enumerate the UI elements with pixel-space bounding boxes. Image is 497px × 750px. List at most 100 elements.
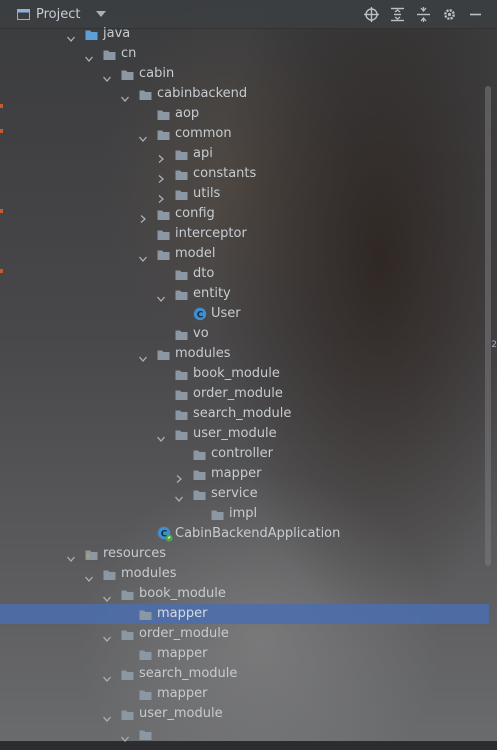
tree-node-label: service: [211, 486, 258, 501]
tree-node[interactable]: mapper: [0, 644, 489, 664]
folder-icon: [157, 128, 170, 140]
folder-icon: [175, 328, 188, 340]
folder-icon: [175, 428, 188, 440]
tree-node[interactable]: api: [0, 144, 489, 164]
tree-node[interactable]: cabin: [0, 64, 489, 84]
tree-node[interactable]: dto: [0, 264, 489, 284]
locate-icon[interactable]: [363, 7, 379, 23]
folder-icon: [175, 288, 188, 300]
chevron-right-icon[interactable]: [157, 170, 165, 183]
folder-icon: [139, 88, 152, 100]
chevron-down-icon[interactable]: [85, 50, 93, 62]
tree-node-label: order_module: [193, 386, 283, 401]
tree-node[interactable]: impl: [0, 504, 489, 524]
tree-node[interactable]: user_module: [0, 424, 489, 444]
tree-node[interactable]: config: [0, 204, 489, 224]
tree-node-label: common: [175, 126, 232, 141]
chevron-right-icon[interactable]: [175, 470, 183, 483]
vertical-scrollbar[interactable]: [485, 86, 491, 566]
chevron-down-icon[interactable]: [175, 490, 183, 502]
tree-node[interactable]: model: [0, 244, 489, 264]
tree-node[interactable]: controller: [0, 444, 489, 464]
chevron-down-icon[interactable]: [67, 550, 75, 562]
tree-node-label: user_module: [193, 426, 277, 441]
chevron-down-icon[interactable]: [139, 250, 147, 262]
svg-text:C: C: [197, 310, 204, 320]
tree-node-label: mapper: [157, 686, 208, 701]
tree-node[interactable]: modules: [0, 564, 489, 584]
folder-icon: [175, 148, 188, 160]
tree-node[interactable]: search_module: [0, 664, 489, 684]
gear-icon[interactable]: [441, 7, 457, 23]
tree-node[interactable]: mapper: [0, 604, 489, 624]
tree-node[interactable]: mapper: [0, 684, 489, 704]
spring-boot-class-icon: C: [157, 526, 173, 542]
chevron-down-icon: [96, 11, 107, 17]
folder-icon: [175, 168, 188, 180]
folder-icon: [175, 268, 188, 280]
tree-node-label: dto: [193, 266, 215, 281]
folder-icon: [121, 68, 134, 80]
tree-node[interactable]: cabinbackend: [0, 84, 489, 104]
collapse-all-icon[interactable]: [415, 7, 431, 23]
folder-icon: [139, 608, 152, 620]
chevron-down-icon[interactable]: [103, 710, 111, 722]
chevron-right-icon[interactable]: [157, 190, 165, 203]
tree-node[interactable]: resources: [0, 544, 489, 564]
tree-node[interactable]: entity: [0, 284, 489, 304]
folder-icon: [103, 568, 116, 580]
folder-icon: [139, 688, 152, 700]
tree-node-label: User: [211, 306, 241, 321]
tree-node-label: mapper: [157, 606, 208, 621]
tree-node[interactable]: order_module: [0, 384, 489, 404]
tree-node[interactable]: java: [0, 24, 489, 44]
tree-node[interactable]: constants: [0, 164, 489, 184]
chevron-down-icon[interactable]: [103, 590, 111, 602]
chevron-down-icon[interactable]: [67, 30, 75, 42]
tree-node[interactable]: search_module: [0, 404, 489, 424]
chevron-down-icon[interactable]: [103, 630, 111, 642]
tree-node[interactable]: cn: [0, 44, 489, 64]
tree-node[interactable]: [0, 724, 489, 744]
chevron-right-icon[interactable]: [139, 210, 147, 223]
expand-all-icon[interactable]: [389, 7, 405, 23]
tree-node[interactable]: aop: [0, 104, 489, 124]
tree-node[interactable]: utils: [0, 184, 489, 204]
tree-node[interactable]: C CabinBackendApplication: [0, 524, 489, 544]
chevron-down-icon[interactable]: [157, 290, 165, 302]
tree-node-label: cabinbackend: [157, 86, 248, 101]
tree-node-label: api: [193, 146, 213, 161]
tree-node[interactable]: common: [0, 124, 489, 144]
class-icon: C: [193, 307, 207, 320]
folder-icon: [193, 468, 206, 480]
tree-node[interactable]: book_module: [0, 364, 489, 384]
tree-node-label: mapper: [211, 466, 262, 481]
tree-node[interactable]: service: [0, 484, 489, 504]
chevron-down-icon[interactable]: [121, 730, 129, 742]
tree-node[interactable]: C User: [0, 304, 489, 324]
folder-icon: [157, 248, 170, 260]
tree-node[interactable]: order_module: [0, 624, 489, 644]
folder-icon: [139, 728, 152, 740]
tree-node-label: modules: [175, 346, 231, 361]
chevron-down-icon[interactable]: [121, 90, 129, 102]
tree-node[interactable]: modules: [0, 344, 489, 364]
tree-node[interactable]: user_module: [0, 704, 489, 724]
source-folder-icon: [85, 28, 98, 40]
chevron-down-icon[interactable]: [157, 430, 165, 442]
chevron-down-icon[interactable]: [103, 70, 111, 82]
tree-node-label: config: [175, 206, 215, 221]
tree-node-label: user_module: [139, 706, 223, 721]
tree-node[interactable]: interceptor: [0, 224, 489, 244]
tree-node[interactable]: mapper: [0, 464, 489, 484]
chevron-down-icon[interactable]: [139, 130, 147, 142]
chevron-right-icon[interactable]: [157, 150, 165, 163]
chevron-down-icon[interactable]: [139, 350, 147, 362]
tree-node-label: interceptor: [175, 226, 247, 241]
tree-node[interactable]: vo: [0, 324, 489, 344]
hide-icon[interactable]: [467, 7, 483, 23]
chevron-down-icon[interactable]: [103, 670, 111, 682]
tree-node[interactable]: book_module: [0, 584, 489, 604]
chevron-down-icon[interactable]: [85, 570, 93, 582]
folder-icon: [175, 408, 188, 420]
